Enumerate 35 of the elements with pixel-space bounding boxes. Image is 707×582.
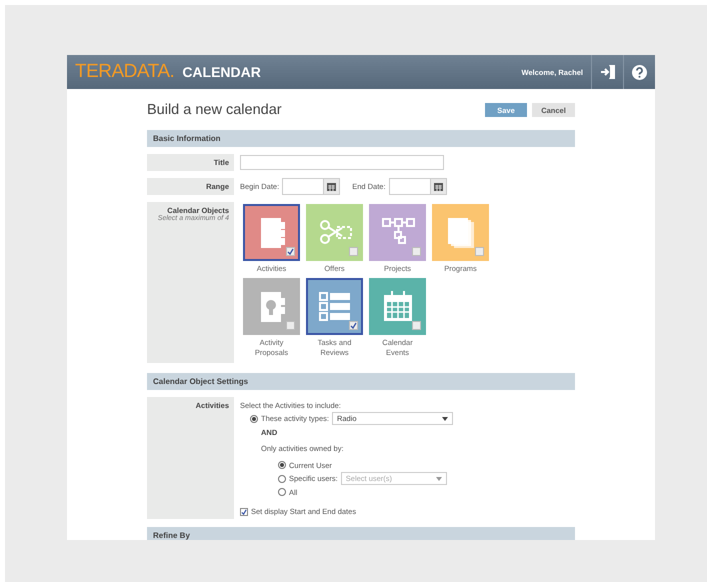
section-header: Basic Information	[147, 130, 575, 147]
calendar-object-tile[interactable]	[369, 204, 426, 261]
checkbox[interactable]	[412, 321, 421, 330]
calendar-object-tile[interactable]	[306, 204, 363, 261]
calendar-object-tile[interactable]	[306, 278, 363, 335]
page-title: Build a new calendar	[147, 102, 283, 118]
checkbox[interactable]	[349, 247, 358, 256]
calendar-object-tile[interactable]	[369, 278, 426, 335]
checklist-icon	[318, 290, 352, 324]
help-icon	[632, 64, 647, 80]
checkbox[interactable]	[286, 321, 295, 330]
caret-icon	[442, 416, 448, 420]
date-field[interactable]	[388, 178, 447, 195]
calendar-object-tile[interactable]	[243, 204, 300, 261]
calendar-icon	[327, 182, 336, 191]
caret-icon	[436, 476, 442, 480]
radio-button[interactable]	[278, 461, 286, 469]
title-field[interactable]	[240, 155, 444, 170]
section-header: Calendar Object Settings	[147, 373, 575, 390]
logo: TERADATA.	[75, 61, 174, 83]
checkbox[interactable]	[475, 247, 484, 256]
app-title: CALENDAR	[182, 64, 261, 80]
calendar-object-tile[interactable]	[243, 278, 300, 335]
date-field[interactable]	[282, 178, 340, 195]
radio-button[interactable]	[250, 414, 258, 422]
exit-door-icon	[600, 64, 616, 80]
checkbox[interactable]	[286, 247, 295, 256]
radio-button[interactable]	[278, 488, 286, 496]
calendar-icon	[434, 182, 443, 191]
section-header: Refine By	[147, 527, 575, 540]
calendar-object-tile[interactable]	[432, 204, 489, 261]
checkbox[interactable]	[349, 321, 358, 330]
checkbox[interactable]	[412, 247, 421, 256]
checkbox[interactable]	[240, 508, 248, 516]
radio-button[interactable]	[278, 474, 286, 482]
